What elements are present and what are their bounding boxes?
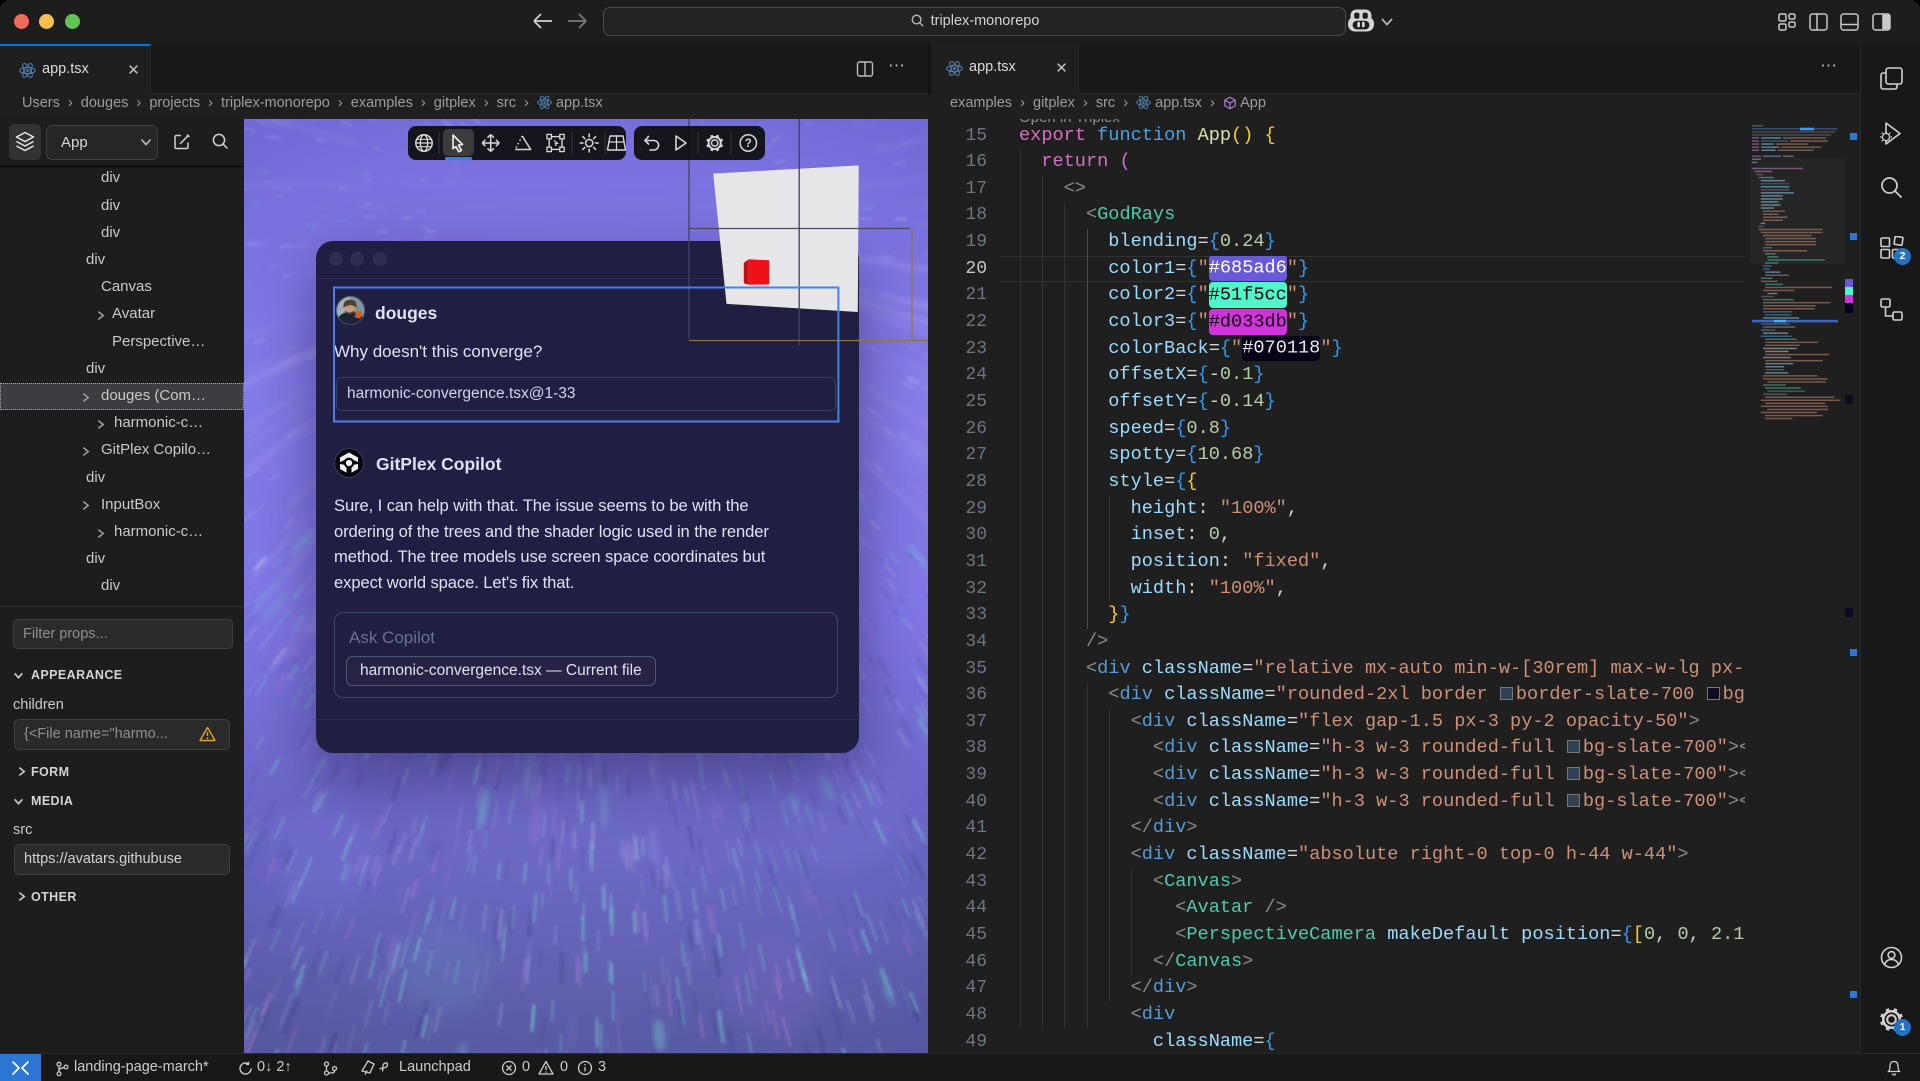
svg-text:?: ? [745,138,752,150]
